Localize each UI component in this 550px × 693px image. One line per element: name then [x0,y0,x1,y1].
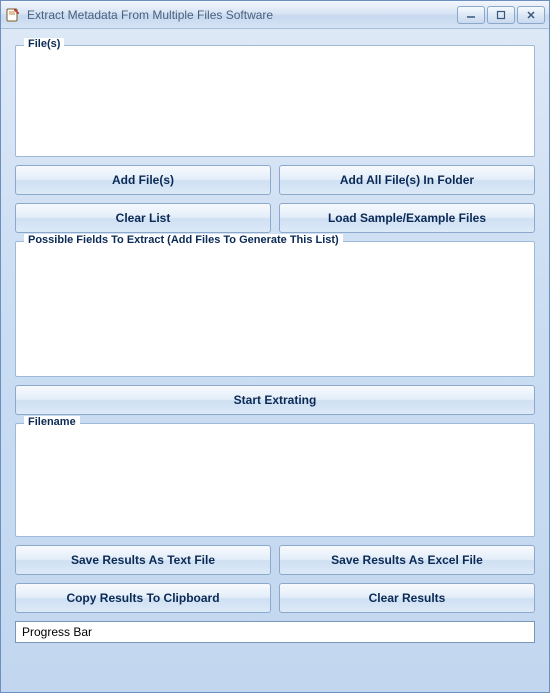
file-buttons-row-1: Add File(s) Add All File(s) In Folder [15,165,535,195]
start-row: Start Extrating [15,385,535,415]
clear-results-button[interactable]: Clear Results [279,583,535,613]
results-legend: Filename [24,416,80,428]
start-extracting-button[interactable]: Start Extrating [15,385,535,415]
fields-groupbox: Possible Fields To Extract (Add Files To… [15,241,535,377]
load-sample-button[interactable]: Load Sample/Example Files [279,203,535,233]
files-legend: File(s) [24,38,64,50]
fields-legend: Possible Fields To Extract (Add Files To… [24,234,343,246]
save-excel-button[interactable]: Save Results As Excel File [279,545,535,575]
file-buttons-row-2: Clear List Load Sample/Example Files [15,203,535,233]
files-groupbox: File(s) [15,45,535,157]
add-files-button[interactable]: Add File(s) [15,165,271,195]
save-text-button[interactable]: Save Results As Text File [15,545,271,575]
results-buttons-row-1: Save Results As Text File Save Results A… [15,545,535,575]
add-all-folder-button[interactable]: Add All File(s) In Folder [279,165,535,195]
results-buttons-row-2: Copy Results To Clipboard Clear Results [15,583,535,613]
window-title: Extract Metadata From Multiple Files Sof… [27,8,455,22]
titlebar: Extract Metadata From Multiple Files Sof… [1,1,549,29]
copy-clipboard-button[interactable]: Copy Results To Clipboard [15,583,271,613]
app-window: Extract Metadata From Multiple Files Sof… [0,0,550,693]
progress-label: Progress Bar [22,625,92,639]
results-groupbox: Filename [15,423,535,537]
progress-bar: Progress Bar [15,621,535,643]
maximize-button[interactable] [487,6,515,24]
clear-list-button[interactable]: Clear List [15,203,271,233]
close-button[interactable] [517,6,545,24]
minimize-button[interactable] [457,6,485,24]
client-area: File(s) Add File(s) Add All File(s) In F… [1,29,549,692]
app-icon [5,7,21,23]
